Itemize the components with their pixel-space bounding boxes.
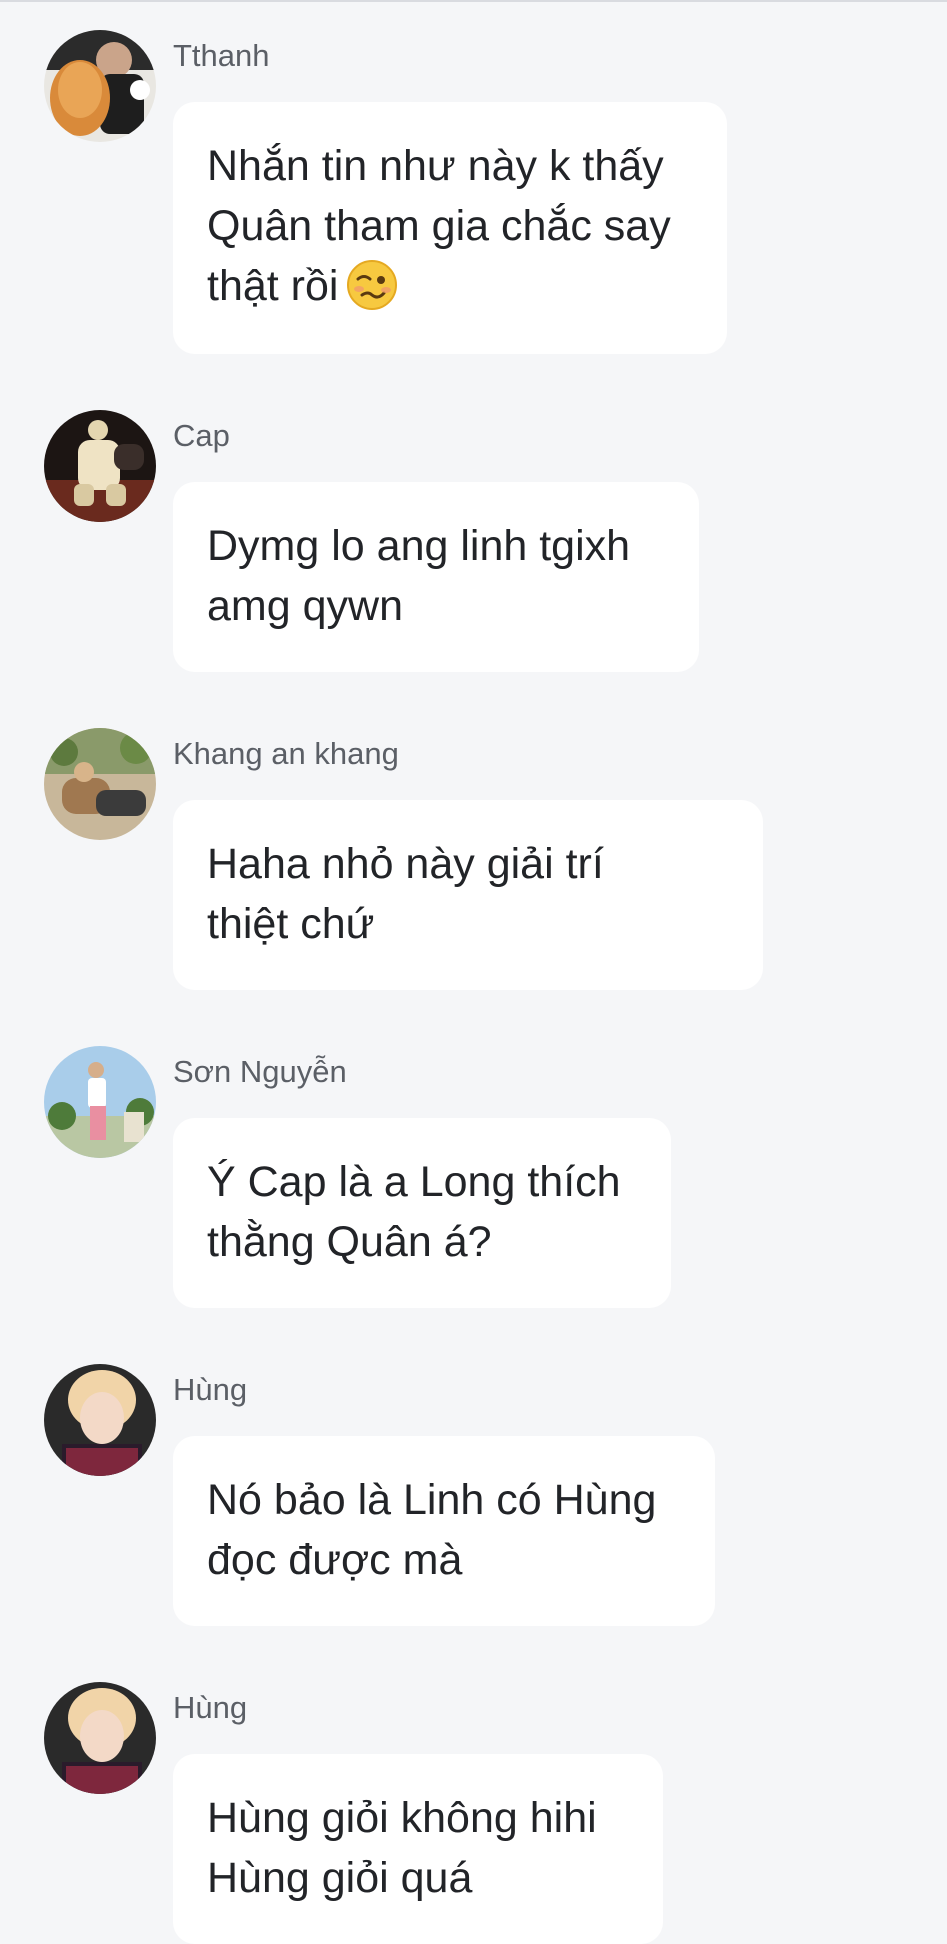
message-line: Haha nhỏ này giải trí bbox=[207, 840, 604, 888]
message-line: Nó bảo là Linh có Hùng bbox=[207, 1476, 657, 1524]
sender-name: Hùng bbox=[173, 1372, 248, 1407]
avatar-hung[interactable] bbox=[44, 1364, 156, 1476]
message-line: thằng Quân á? bbox=[207, 1218, 492, 1266]
message-bubble[interactable]: Hùng giỏi không hihi Hùng giỏi quá bbox=[173, 1754, 663, 1944]
message-line: thật rồi bbox=[207, 262, 339, 310]
avatar-image bbox=[44, 1364, 156, 1476]
message-line: Dymg lo ang linh tgixh bbox=[207, 522, 631, 570]
avatar-tthanh[interactable] bbox=[44, 30, 156, 142]
message-bubble[interactable]: Nhắn tin như này k thấy Quân tham gia ch… bbox=[173, 102, 727, 354]
message-bubble[interactable]: Ý Cap là a Long thích thằng Quân á? bbox=[173, 1118, 671, 1308]
avatar-hung[interactable] bbox=[44, 1682, 156, 1794]
sender-name: Cap bbox=[173, 418, 230, 453]
message-bubble[interactable]: Dymg lo ang linh tgixh amg qywn bbox=[173, 482, 699, 672]
message-bubble[interactable]: Nó bảo là Linh có Hùng đọc được mà bbox=[173, 1436, 715, 1626]
sender-name: Tthanh bbox=[173, 38, 270, 73]
message-line-with-emoji: thật rồi bbox=[207, 256, 693, 316]
message-bubble[interactable]: Haha nhỏ này giải trí thiệt chứ bbox=[173, 800, 763, 990]
chat-thread[interactable]: Tthanh Nhắn tin như này k thấy Quân tham… bbox=[0, 0, 947, 1944]
avatar-image bbox=[44, 1046, 156, 1158]
sender-name: Hùng bbox=[173, 1690, 248, 1725]
avatar-image bbox=[44, 728, 156, 840]
message-line: đọc được mà bbox=[207, 1536, 463, 1584]
message-line: Ý Cap là a Long thích bbox=[207, 1158, 621, 1206]
avatar-image bbox=[44, 30, 156, 142]
message-line: Hùng giỏi quá bbox=[207, 1854, 473, 1902]
message-line: Quân tham gia chắc say bbox=[207, 202, 671, 250]
message-line: Hùng giỏi không hihi bbox=[207, 1794, 597, 1842]
sender-name: Khang an khang bbox=[173, 736, 399, 771]
woozy-face-icon bbox=[347, 259, 398, 310]
avatar-son-nguyen[interactable] bbox=[44, 1046, 156, 1158]
avatar-cap[interactable] bbox=[44, 410, 156, 522]
avatar-image bbox=[44, 410, 156, 522]
message-line: Nhắn tin như này k thấy bbox=[207, 142, 664, 190]
message-line: thiệt chứ bbox=[207, 900, 375, 948]
message-line: amg qywn bbox=[207, 582, 403, 630]
avatar-image bbox=[44, 1682, 156, 1794]
avatar-khang-an-khang[interactable] bbox=[44, 728, 156, 840]
sender-name: Sơn Nguyễn bbox=[173, 1054, 347, 1089]
